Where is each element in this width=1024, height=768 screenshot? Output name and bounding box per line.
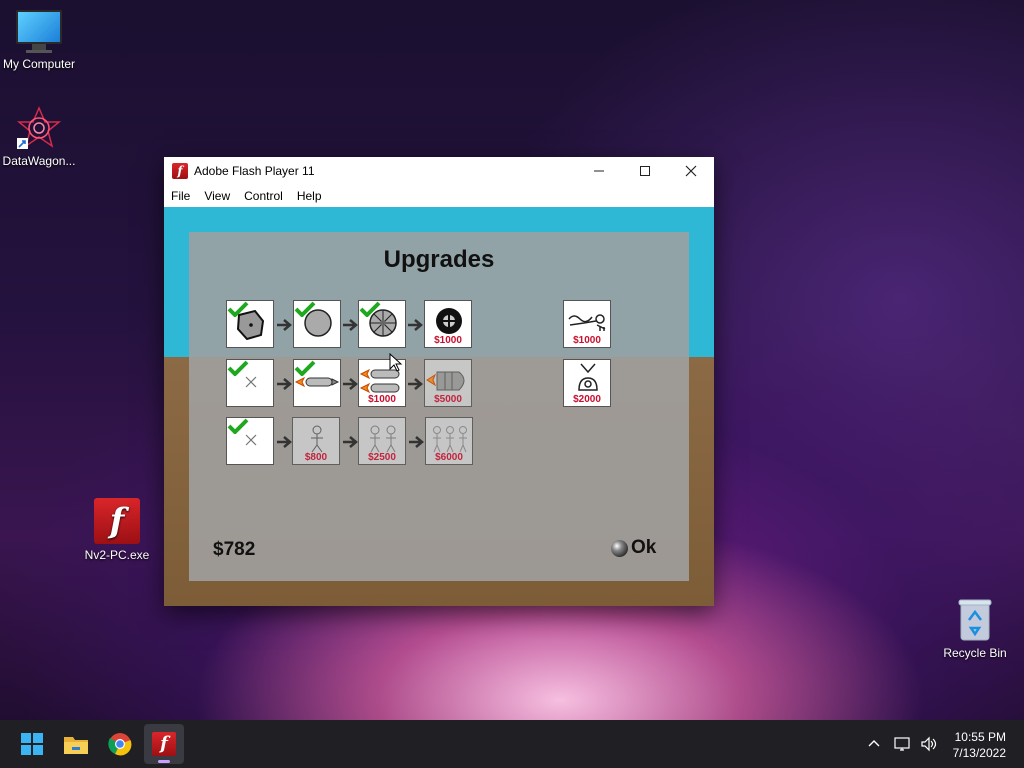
close-button[interactable] bbox=[668, 157, 714, 185]
desktop-icon-label: Recycle Bin bbox=[943, 646, 1007, 660]
desktop-icon-label: DataWagon... bbox=[2, 154, 76, 168]
checkmark-icon bbox=[227, 360, 249, 376]
datawagon-icon bbox=[16, 106, 62, 150]
arrow-right-icon bbox=[343, 319, 358, 331]
taskbar-flash-player[interactable]: f bbox=[144, 724, 184, 764]
upgrade-slot-passenger-4[interactable]: $6000 bbox=[425, 417, 473, 465]
taskbar-clock[interactable]: 10:55 PM 7/13/2022 bbox=[953, 729, 1006, 761]
money-display: $782 bbox=[213, 539, 256, 560]
clock-date: 7/13/2022 bbox=[952, 746, 1006, 760]
desktop-icon-label: Nv2-PC.exe bbox=[84, 548, 150, 562]
chevron-up-icon[interactable] bbox=[866, 736, 882, 752]
menu-bar: File View Control Help bbox=[164, 185, 714, 207]
system-tray bbox=[866, 720, 938, 768]
upgrade-price: $1000 bbox=[434, 335, 462, 346]
desktop-icon-label: My Computer bbox=[2, 57, 76, 71]
upgrade-slot-magnet[interactable]: $2000 bbox=[563, 359, 611, 407]
clock-time: 10:55 PM bbox=[954, 730, 1006, 744]
upgrade-slot-passenger-1[interactable] bbox=[226, 417, 274, 465]
desktop-icon-datawagon[interactable]: DataWagon... bbox=[0, 106, 81, 168]
window-titlebar[interactable]: f Adobe Flash Player 11 bbox=[164, 157, 714, 185]
mouse-cursor-icon bbox=[389, 353, 403, 372]
upgrade-slot-wheel-1[interactable] bbox=[226, 300, 274, 348]
menu-help[interactable]: Help bbox=[290, 189, 329, 203]
flash-player-icon: f bbox=[94, 498, 140, 544]
arrow-right-icon bbox=[343, 436, 358, 448]
arrow-right-icon bbox=[409, 436, 424, 448]
menu-file[interactable]: File bbox=[164, 189, 197, 203]
upgrades-panel: Upgrades $1000 $1000 $5000 $800 $2500 $6… bbox=[189, 232, 689, 581]
ok-ball-icon bbox=[611, 539, 628, 557]
maximize-icon bbox=[640, 166, 650, 176]
window-title: Adobe Flash Player 11 bbox=[194, 164, 315, 178]
network-icon[interactable] bbox=[894, 736, 912, 752]
arrow-right-icon bbox=[408, 319, 423, 331]
flash-app-icon: f bbox=[172, 163, 188, 179]
minimize-button[interactable] bbox=[576, 157, 622, 185]
monitor-icon bbox=[0, 10, 81, 53]
desktop-icon-recycle-bin[interactable]: Recycle Bin bbox=[933, 598, 1017, 660]
upgrade-price: $1000 bbox=[573, 335, 601, 346]
desktop-icon-nv2-pc[interactable]: f Nv2-PC.exe bbox=[75, 498, 159, 562]
flash-player-window: f Adobe Flash Player 11 File View Contro… bbox=[164, 157, 714, 606]
checkmark-icon bbox=[227, 418, 249, 434]
upgrade-slot-wheel-4[interactable]: $1000 bbox=[424, 300, 472, 348]
upgrade-slot-wheel-2[interactable] bbox=[293, 300, 341, 348]
upgrade-price: $2500 bbox=[368, 452, 396, 463]
flash-player-icon: f bbox=[152, 732, 176, 756]
upgrade-price: $5000 bbox=[434, 394, 462, 405]
upgrade-slot-launcher[interactable]: $1000 bbox=[563, 300, 611, 348]
folder-icon bbox=[64, 737, 88, 754]
active-indicator bbox=[158, 760, 170, 763]
checkmark-icon bbox=[294, 360, 316, 376]
ok-button[interactable]: Ok bbox=[611, 537, 656, 559]
upgrade-slot-rocket-4[interactable]: $5000 bbox=[424, 359, 472, 407]
menu-control[interactable]: Control bbox=[237, 189, 290, 203]
minimize-icon bbox=[594, 170, 604, 172]
upgrades-title: Upgrades bbox=[383, 246, 495, 273]
taskbar-chrome[interactable] bbox=[100, 724, 140, 764]
arrow-right-icon bbox=[277, 436, 292, 448]
volume-icon[interactable] bbox=[920, 736, 938, 752]
upgrade-slot-passenger-2[interactable]: $800 bbox=[292, 417, 340, 465]
checkmark-icon bbox=[227, 301, 249, 317]
upgrade-slot-rocket-2[interactable] bbox=[293, 359, 341, 407]
upgrade-slot-wheel-3[interactable] bbox=[358, 300, 406, 348]
close-icon bbox=[685, 165, 697, 177]
arrow-right-icon bbox=[277, 378, 292, 390]
recycle-bin-icon bbox=[957, 598, 993, 642]
arrow-right-icon bbox=[408, 378, 423, 390]
checkmark-icon bbox=[294, 301, 316, 317]
arrow-right-icon bbox=[277, 319, 292, 331]
desktop-icon-my-computer[interactable]: My Computer bbox=[0, 10, 81, 71]
taskbar: f 10:55 PM 7/13/2022 bbox=[0, 720, 1024, 768]
upgrade-slot-rocket-1[interactable] bbox=[226, 359, 274, 407]
taskbar-file-explorer[interactable] bbox=[56, 724, 96, 764]
upgrade-slot-passenger-3[interactable]: $2500 bbox=[358, 417, 406, 465]
upgrade-price: $6000 bbox=[435, 452, 463, 463]
maximize-button[interactable] bbox=[622, 157, 668, 185]
start-button[interactable] bbox=[12, 724, 52, 764]
checkmark-icon bbox=[359, 301, 381, 317]
windows-logo-icon bbox=[21, 733, 43, 755]
arrow-right-icon bbox=[343, 378, 358, 390]
game-stage: Upgrades $1000 $1000 $5000 $800 $2500 $6… bbox=[164, 207, 714, 606]
chrome-icon bbox=[108, 733, 132, 756]
upgrade-price: $800 bbox=[304, 452, 328, 463]
upgrade-price: $2000 bbox=[573, 394, 601, 405]
ok-label: Ok bbox=[631, 537, 657, 558]
upgrade-price: $1000 bbox=[368, 394, 396, 405]
menu-view[interactable]: View bbox=[197, 189, 237, 203]
